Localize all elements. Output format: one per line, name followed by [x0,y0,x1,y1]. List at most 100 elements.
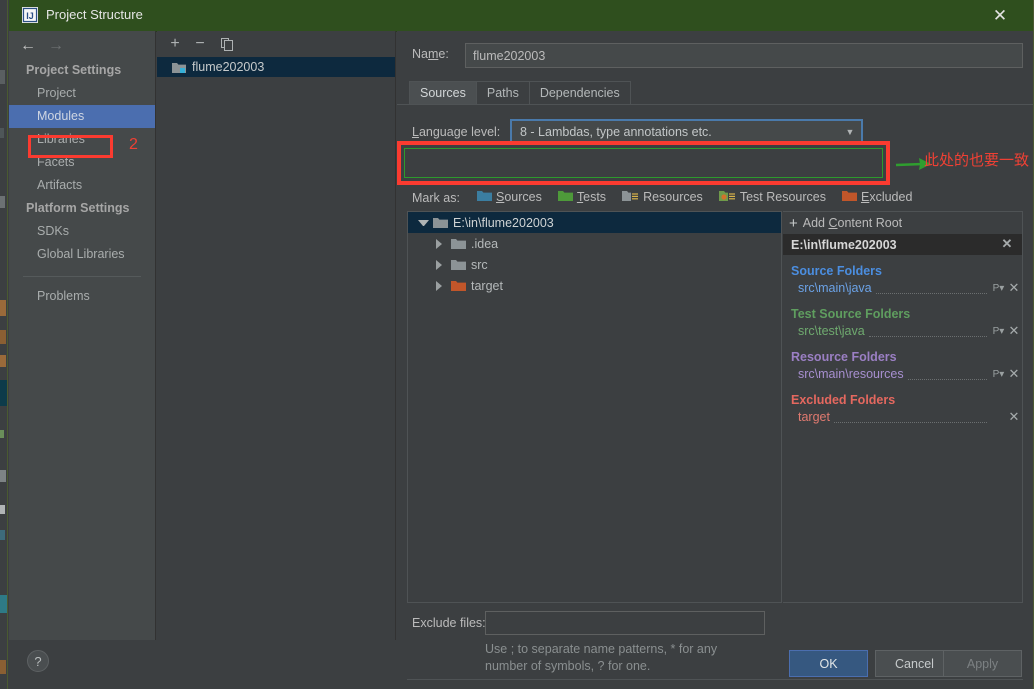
tree-row[interactable]: target [408,275,781,296]
expand-triangle-right-icon[interactable] [436,280,447,291]
package-prefix-icon[interactable]: P▾ [991,369,1006,380]
mark-as-resources-button[interactable]: Resources [622,189,703,205]
tree-row[interactable]: E:\in\flume202003 [408,212,781,233]
sidebar-item-artifacts[interactable]: Artifacts [9,174,155,197]
mark-as-test-resources-button[interactable]: Test Resources [718,189,826,205]
add-module-button[interactable]: + [165,35,185,53]
section-title-excluded-folders: Excluded Folders [791,393,896,407]
settings-sidebar: ← → Project Settings Project Modules Lib… [9,31,156,640]
forward-arrow-icon[interactable]: → [45,36,67,56]
mark-as-sources-button[interactable]: Sources [477,189,542,205]
package-prefix-icon[interactable]: P▾ [991,283,1006,294]
sliver-fragment [0,330,6,344]
copy-module-icon[interactable] [217,35,237,53]
tab-sources[interactable]: Sources [409,81,477,104]
sliver-fragment [0,70,5,84]
folder-icon [451,258,466,271]
tab-paths[interactable]: Paths [475,81,530,104]
remove-module-button[interactable]: − [190,35,210,53]
tests-folder-icon [557,189,573,205]
tree-row-label: src [471,257,488,272]
sliver-fragment [0,355,6,367]
language-level-row: Language level: 8 - Lambdas, type annota… [397,113,1033,153]
content-root-folder-row: src\test\java P▾ ✕ [783,321,1022,341]
expand-triangle-down-icon[interactable] [418,217,429,228]
module-list-item[interactable]: flume202003 [157,57,395,77]
back-arrow-icon[interactable]: ← [17,36,39,56]
sidebar-item-global-libraries[interactable]: Global Libraries [9,243,155,266]
help-button[interactable]: ? [27,650,49,672]
dotted-leader [875,282,987,294]
editor-tabs: Sources Paths Dependencies [409,81,631,104]
folder-path-label: src\main\resources [798,367,904,381]
intellij-idea-icon: IJ [22,7,38,23]
chevron-down-icon: ▼ [845,126,855,137]
module-name-row: Name: flume202003 [397,43,1023,69]
tree-row-label: .idea [471,236,499,251]
dotted-leader [868,325,987,337]
tabs-underline [397,104,1033,105]
mark-as-row: Mark as: Sources Tests Resources Test Re… [397,188,1033,210]
modules-panel: + − flume202003 [157,31,396,640]
folder-path-label: src\main\java [798,281,872,295]
mark-as-test-resources-label: Test Resources [739,190,826,204]
remove-folder-icon[interactable]: ✕ [1006,280,1022,296]
folder-icon [451,237,466,250]
module-name-input[interactable]: flume202003 [465,43,1023,68]
remove-content-root-icon[interactable]: ✕ [999,236,1015,252]
apply-button[interactable]: Apply [943,650,1022,677]
sidebar-item-sdks[interactable]: SDKs [9,220,155,243]
tree-row[interactable]: src [408,254,781,275]
annotation-box-modules [28,135,113,158]
remove-folder-icon[interactable]: ✕ [1006,409,1022,425]
package-prefix-icon[interactable]: P▾ [991,326,1006,337]
mark-as-buttons: Sources Tests Resources Test Resources E… [477,189,928,205]
content-root-folder-row: src\main\resources P▾ ✕ [783,364,1022,384]
mark-as-excluded-label: Excluded [860,190,913,204]
dialog-footer: ? OK Cancel Apply [9,640,1033,689]
remove-folder-icon[interactable]: ✕ [1006,366,1022,382]
sliver-fragment [0,430,4,438]
sidebar-item-modules[interactable]: Modules [9,105,155,128]
language-level-select[interactable]: 8 - Lambdas, type annotations etc. ▼ [510,119,863,144]
content-roots-panel: + Add Content Root E:\in\flume202003 ✕ S… [783,211,1023,603]
language-level-value: 8 - Lambdas, type annotations etc. [520,124,712,139]
content-root-folder-row: src\main\java P▾ ✕ [783,278,1022,298]
sidebar-item-project[interactable]: Project [9,82,155,105]
excluded-folder-icon [841,189,857,205]
window-title: Project Structure [46,7,143,22]
sliver-fragment [0,300,6,316]
sliver-fragment [0,660,6,674]
resources-folder-icon [622,189,640,205]
annotation-text-language-level: 此处的也要一致 [924,151,1030,169]
dialog-frame: IJ Project Structure ✕ ← → Project Setti… [9,0,1034,689]
tree-row[interactable]: .idea [408,233,781,254]
exclude-files-input[interactable] [485,611,765,635]
expand-triangle-right-icon[interactable] [436,259,447,270]
module-editor-pane: Name: flume202003 Sources Paths Dependen… [397,31,1033,680]
close-icon[interactable]: ✕ [977,0,1023,31]
expand-triangle-right-icon[interactable] [436,238,447,249]
sliver-fragment [0,530,5,540]
section-title-source-folders: Source Folders [791,264,882,278]
folder-path-label: target [798,410,830,424]
mark-as-sources-label: Sources [496,190,542,204]
folder-icon [433,216,448,229]
tree-row-label: target [471,278,503,293]
folder-path-label: src\test\java [798,324,865,338]
content-root-path: E:\in\flume202003 [791,237,897,252]
plus-icon: + [789,214,798,232]
project-structure-dialog-window: IJ Project Structure ✕ ← → Project Setti… [0,0,1034,689]
tab-dependencies[interactable]: Dependencies [528,81,631,104]
modules-toolbar: + − [157,31,395,57]
remove-folder-icon[interactable]: ✕ [1006,323,1022,339]
ok-button[interactable]: OK [789,650,868,677]
excluded-folder-icon [451,279,466,292]
sidebar-group-platform-settings: Platform Settings [26,201,130,215]
mark-as-tests-button[interactable]: Tests [557,189,606,205]
dialog-body: ← → Project Settings Project Modules Lib… [9,31,1033,680]
add-content-root-button[interactable]: + Add Content Root [783,212,1022,234]
sidebar-item-problems[interactable]: Problems [9,285,155,308]
mark-as-excluded-button[interactable]: Excluded [841,189,913,205]
exclude-files-row: Exclude files: [397,611,1033,637]
